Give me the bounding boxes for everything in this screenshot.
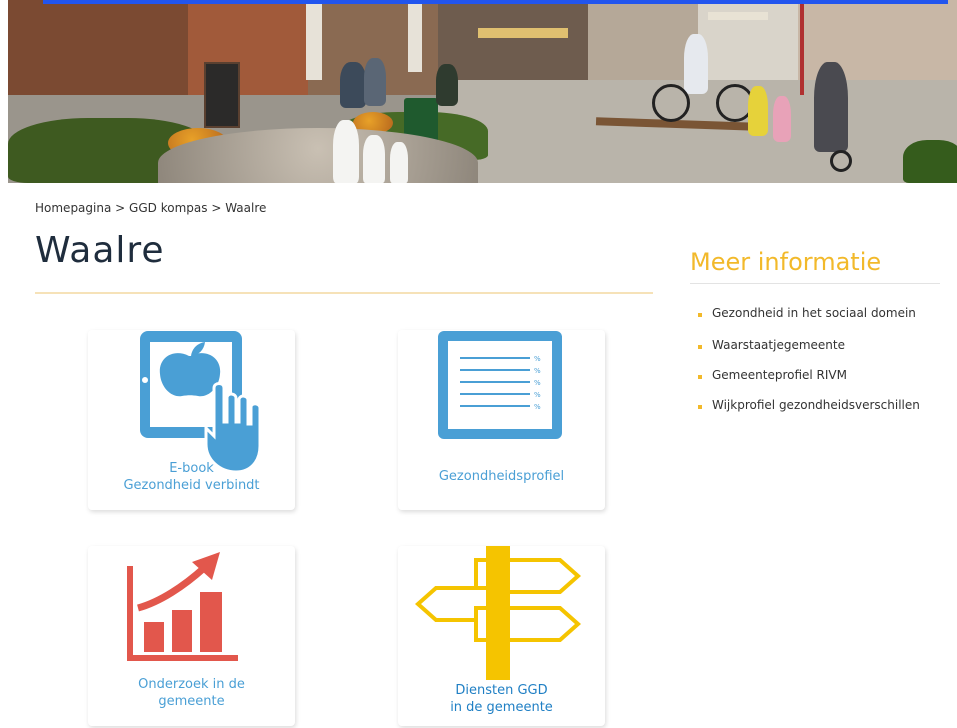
sidebar-link-wijkprofiel[interactable]: Wijkprofiel gezondheidsverschillen xyxy=(696,397,936,413)
page-title: Waalre xyxy=(35,230,165,271)
svg-text:%: % xyxy=(534,355,541,363)
sidebar-title: Meer informatie xyxy=(690,248,882,276)
breadcrumb-ggd-kompas-link[interactable]: GGD kompas xyxy=(129,201,207,215)
svg-text:%: % xyxy=(534,379,541,387)
hero-image xyxy=(8,0,957,183)
svg-text:%: % xyxy=(534,367,541,375)
tile-gezondheidsprofiel[interactable]: %%%%% Gezondheidsprofiel xyxy=(398,330,605,510)
tile-onderzoek-label: Onderzoek in de gemeente xyxy=(138,677,245,709)
tile-ebook[interactable]: E-book Gezondheid verbindt xyxy=(88,330,295,510)
title-divider xyxy=(35,292,653,294)
sidebar-link-gezondheid-sociaal-domein[interactable]: Gezondheid in het sociaal domein xyxy=(696,305,936,321)
svg-text:%: % xyxy=(534,403,541,411)
breadcrumb-current: Waalre xyxy=(225,201,267,215)
tile-gezondheidsprofiel-label: Gezondheidsprofiel xyxy=(438,469,565,484)
sidebar-links: Gezondheid in het sociaal domein Waarsta… xyxy=(696,305,936,413)
tile-onderzoek[interactable]: Onderzoek in de gemeente xyxy=(88,546,295,726)
tile-diensten-ggd[interactable]: Diensten GGD in de gemeente xyxy=(398,546,605,726)
sidebar-link-gemeenteprofiel-rivm[interactable]: Gemeenteprofiel RIVM xyxy=(696,367,936,383)
tile-diensten-ggd-label: Diensten GGD in de gemeente xyxy=(450,683,553,715)
tile-ebook-label: E-book Gezondheid verbindt xyxy=(123,461,260,493)
breadcrumb-separator: > xyxy=(115,201,126,215)
breadcrumb-home-link[interactable]: Homepagina xyxy=(35,201,111,215)
top-link-underline xyxy=(43,0,948,4)
svg-text:%: % xyxy=(534,391,541,399)
sidebar-link-waarstaatjegemeente[interactable]: Waarstaatjegemeente xyxy=(696,337,936,353)
breadcrumb-separator: > xyxy=(211,201,222,215)
breadcrumb: Homepagina > GGD kompas > Waalre xyxy=(35,201,266,215)
sidebar-divider xyxy=(690,283,940,284)
